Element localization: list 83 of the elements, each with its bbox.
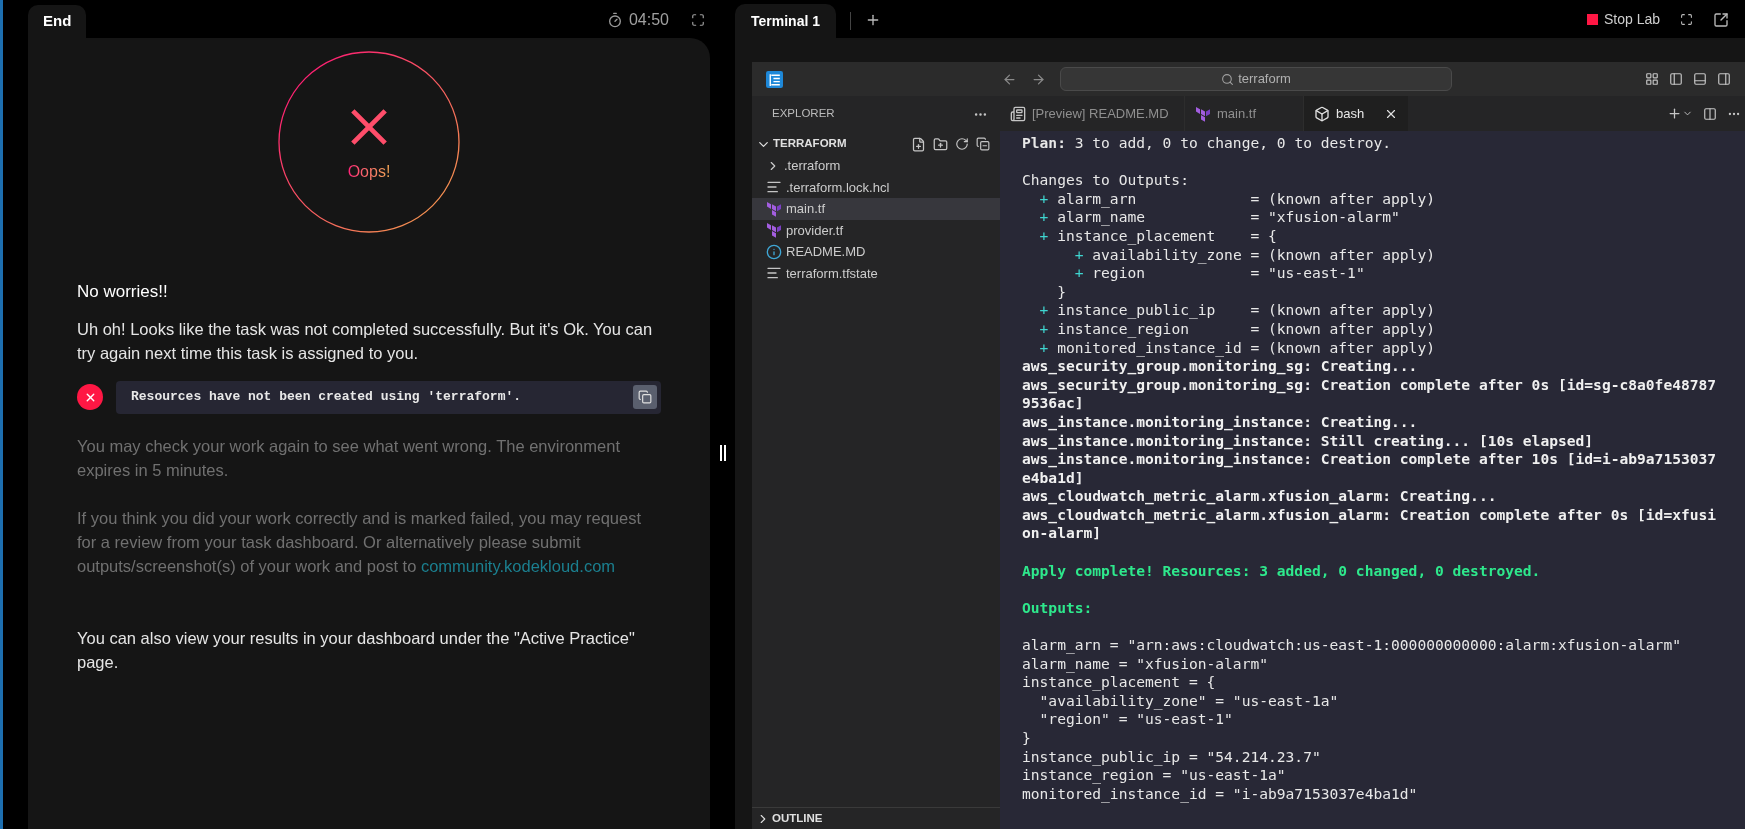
layout-icon[interactable] bbox=[1645, 72, 1659, 86]
folder-header[interactable]: TERRAFORM bbox=[756, 135, 847, 153]
terminal-line: alarm_arn = "arn:aws:cloudwatch:us-east-1:000000000000:alarm:xfusion-alarm" bbox=[1022, 636, 1682, 655]
terminal-line: + instance_public_ip = (known after apply) bbox=[1038, 301, 1436, 320]
result-message: Uh oh! Looks like the task was not completed successfully. But it's Ok. You can try again next time this task is assigned to you. bbox=[77, 318, 654, 364]
terminal-line: aws_cloudwatch_metric_alarm.xfusion_alarm: Creation complete after 0s [id=xfusi bbox=[1022, 505, 1718, 525]
terminal-line: Plan: 3 to add, 0 to change, 0 to destroy. bbox=[1022, 134, 1393, 153]
blocks-icon bbox=[766, 222, 782, 239]
terminal-line: } bbox=[1056, 282, 1067, 302]
new-folder-icon[interactable] bbox=[933, 136, 948, 152]
terminal-line: + alarm_arn = (known after apply) bbox=[1038, 189, 1436, 209]
terminal-line: "availability_zone" = "us-east-1a" bbox=[1038, 691, 1340, 711]
file-tree-item[interactable]: terraform.tfstate bbox=[752, 262, 1000, 284]
blocks-icon bbox=[766, 200, 782, 217]
terminal-line: aws_instance.monitoring_instance: Creating... bbox=[1022, 412, 1419, 432]
terminal-line: + availability_zone = (known after apply) bbox=[1073, 245, 1436, 265]
terminal-line: aws_security_group.monitoring_sg: Creation complete after 0s [id=sg-c8a0fe48787 bbox=[1022, 375, 1718, 395]
panel-left-icon[interactable] bbox=[1669, 72, 1683, 86]
terminal-line: + monitored_instance_id = (known after apply) bbox=[1038, 338, 1436, 358]
terminal-line: on-alarm] bbox=[1022, 524, 1103, 544]
timer-text: 04:50 bbox=[628, 10, 669, 30]
terminal-line: instance_placement = { bbox=[1022, 673, 1217, 692]
footer-note: You can also view your results in your dashboard under the "Active Practice" page. bbox=[77, 627, 636, 673]
terminal-line: + instance_placement = { bbox=[1038, 226, 1278, 246]
terminal-line: + instance_region = (known after apply) bbox=[1038, 319, 1436, 339]
new-terminal-icon[interactable] bbox=[1667, 106, 1682, 121]
info-icon bbox=[766, 243, 782, 260]
panel-tab[interactable]: End bbox=[28, 5, 87, 38]
copy-button[interactable] bbox=[633, 385, 657, 409]
terminal-line: } bbox=[1022, 729, 1032, 748]
forward-icon[interactable] bbox=[1031, 71, 1046, 87]
new-file-icon[interactable] bbox=[911, 136, 926, 152]
back-icon[interactable] bbox=[1002, 71, 1017, 87]
result-heading: No worries!! bbox=[77, 281, 169, 303]
terminal-line: aws_security_group.monitoring_sg: Creating... bbox=[1022, 357, 1419, 376]
terminal-line: aws_cloudwatch_metric_alarm.xfusion_alarm: Creating... bbox=[1022, 487, 1498, 506]
terminal-line: monitored_instance_id = "i-ab9a7153037e4ba1d" bbox=[1022, 784, 1419, 804]
terminal-line: + alarm_name = "xfusion-alarm" bbox=[1038, 208, 1401, 227]
file-tree-item[interactable]: .terraform bbox=[752, 155, 1000, 177]
terminal-line: e4ba1d] bbox=[1022, 468, 1085, 488]
terminal-tab[interactable]: Terminal 1 bbox=[735, 4, 836, 38]
fullscreen-icon[interactable] bbox=[1680, 13, 1693, 26]
terminal-line: Outputs: bbox=[1022, 598, 1094, 618]
explorer-title: EXPLORER bbox=[772, 106, 835, 122]
file-tree-item[interactable]: .terraform.lock.hcl bbox=[752, 176, 1000, 198]
open-external-icon[interactable] bbox=[1713, 11, 1729, 28]
file-tree-item[interactable]: main.tf bbox=[752, 198, 1000, 220]
terminal-line: 9536ac] bbox=[1022, 394, 1085, 413]
stopwatch-icon bbox=[606, 12, 623, 28]
collapse-icon[interactable] bbox=[976, 137, 990, 151]
resize-handle-icon[interactable] bbox=[720, 445, 726, 461]
editor-tab[interactable]: bash bbox=[1304, 96, 1408, 131]
terminal-line: instance_public_ip = "54.214.23.7" bbox=[1022, 747, 1322, 767]
panel-right-icon[interactable] bbox=[1717, 72, 1731, 86]
terminal-line: Apply complete! Resources: 3 added, 0 changed, 0 destroyed. bbox=[1022, 561, 1542, 581]
file-tree-item[interactable]: provider.tf bbox=[752, 219, 1000, 241]
copy-icon bbox=[638, 390, 652, 404]
refresh-icon[interactable] bbox=[955, 137, 969, 151]
terminal-line: Changes to Outputs: bbox=[1022, 171, 1190, 190]
panel-bottom-icon[interactable] bbox=[1693, 72, 1707, 86]
preview-icon bbox=[1010, 105, 1026, 122]
terminal-line: aws_instance.monitoring_instance: Still creating... [10s elapsed] bbox=[1022, 431, 1595, 451]
outline-section[interactable]: OUTLINE bbox=[752, 807, 1000, 829]
app-icon bbox=[766, 70, 783, 88]
add-tab-icon[interactable] bbox=[865, 12, 881, 28]
terminal-line: + region = "us-east-1" bbox=[1073, 264, 1366, 283]
review-note: If you think you did your work correctly and is marked failed, you may request for a review from your task dashboard. Or alternatively please submit outputs/screenshot(s) of your work and post to community.kodekloud.com bbox=[77, 507, 642, 577]
file-tree-item[interactable]: README.MD bbox=[752, 241, 1000, 263]
search-field[interactable]: terraform bbox=[1060, 67, 1452, 91]
community-link[interactable]: community.kodekloud.com bbox=[420, 556, 616, 575]
cube-icon bbox=[1314, 105, 1330, 122]
expiry-note: You may check your work again to see what went wrong. The environment expires in 5 minutes. bbox=[77, 435, 621, 481]
terminal-line: alarm_name = "xfusion-alarm" bbox=[1022, 654, 1269, 674]
fullscreen-icon[interactable] bbox=[691, 13, 705, 27]
terminal-line: instance_region = "us-east-1a" bbox=[1022, 766, 1287, 785]
terminal-line: "region" = "us-east-1" bbox=[1038, 710, 1234, 729]
terminal-line: aws_instance.monitoring_instance: Creation complete after 10s [id=i-ab9a7153037 bbox=[1022, 450, 1718, 469]
stop-lab-button[interactable]: Stop Lab bbox=[1586, 9, 1660, 30]
cross-icon bbox=[350, 108, 388, 146]
check-message: Resources have not been created using 'terraform'. bbox=[131, 388, 522, 407]
split-icon[interactable] bbox=[1703, 106, 1717, 121]
search-icon bbox=[1221, 72, 1235, 86]
blocks-icon bbox=[1195, 105, 1211, 122]
